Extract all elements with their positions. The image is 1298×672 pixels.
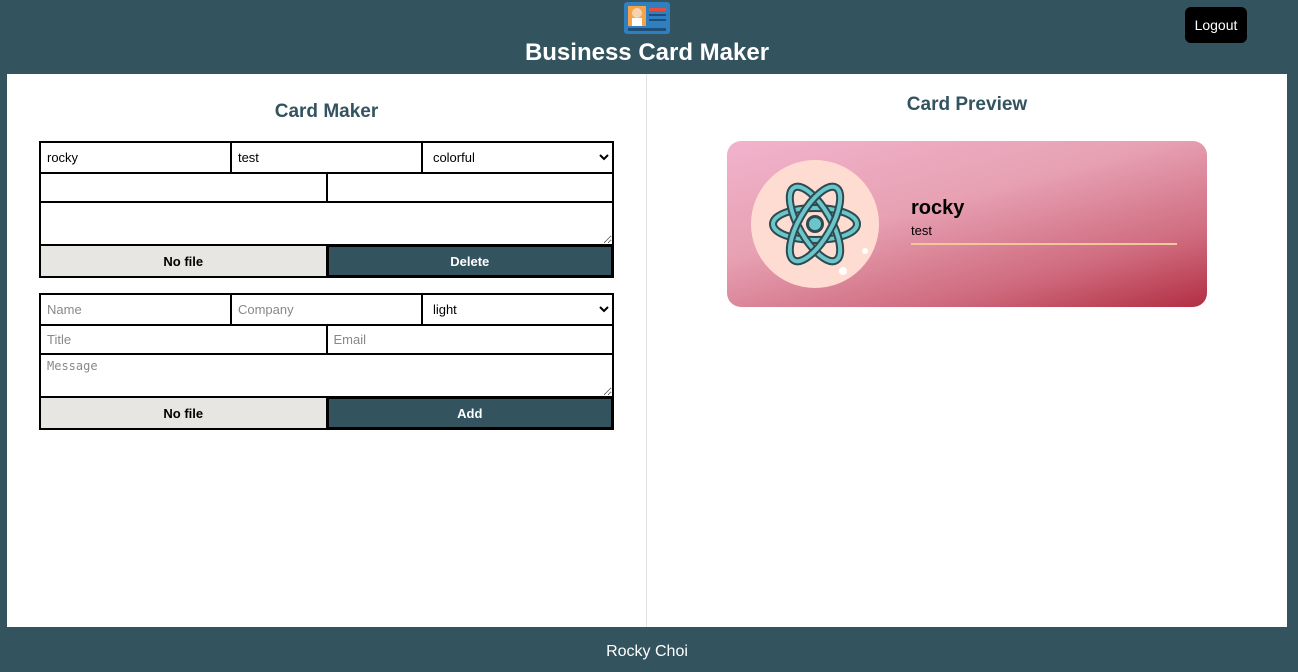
card-preview-title: Card Preview (906, 94, 1028, 115)
preview-card-name: rocky (911, 197, 965, 219)
business-card-logo-icon (624, 2, 670, 34)
name-input[interactable] (40, 142, 231, 173)
company-input[interactable] (230, 142, 422, 173)
new-title-input[interactable] (40, 325, 327, 354)
new-theme-select[interactable]: light (421, 294, 613, 325)
preview-card-company: test (911, 223, 932, 238)
card-preview-panel: Card Preview rocky test (647, 74, 1287, 627)
card-maker-panel: Card Maker colorful No file Delete (7, 74, 647, 627)
app-title: Business Card Maker (524, 39, 770, 66)
new-message-textarea[interactable] (40, 354, 613, 397)
theme-select[interactable]: colorful (421, 142, 613, 173)
new-name-input[interactable] (40, 294, 231, 325)
preview-card-divider (911, 243, 1177, 245)
add-button[interactable]: Add (326, 397, 613, 429)
card-edit-form: colorful No file Delete (39, 141, 614, 278)
card-maker-title: Card Maker (274, 101, 379, 122)
preview-card: rocky test (727, 141, 1207, 307)
footer: Rocky Choi (7, 627, 1287, 672)
new-email-input[interactable] (326, 325, 613, 354)
email-input[interactable] (326, 173, 613, 202)
card-add-form: light No file Add (39, 293, 614, 430)
logout-button[interactable]: Logout (1185, 7, 1247, 43)
new-company-input[interactable] (230, 294, 422, 325)
message-textarea[interactable] (40, 202, 613, 245)
delete-button[interactable]: Delete (326, 245, 613, 277)
header: Business Card Maker Logout (7, 0, 1287, 74)
app-frame: Business Card Maker Logout Card Maker co… (7, 0, 1287, 672)
title-input[interactable] (40, 173, 327, 202)
image-file-button[interactable]: No file (40, 245, 327, 277)
react-atom-icon (751, 160, 879, 288)
new-image-file-button[interactable]: No file (40, 397, 327, 429)
